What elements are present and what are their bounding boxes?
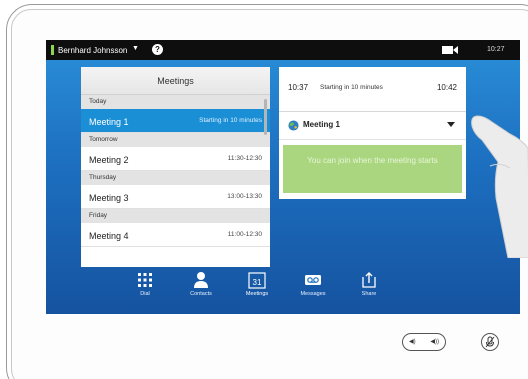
pointing-hand-image — [471, 115, 528, 258]
chevron-down-icon[interactable] — [447, 122, 455, 127]
nav-item-meetings[interactable]: 31 Meetings — [227, 271, 287, 297]
nav-item-share[interactable]: Share — [339, 271, 399, 297]
nav-item-messages[interactable]: Messages — [283, 271, 343, 297]
meeting-start-time: 10:37 — [288, 83, 309, 92]
meeting-status-label: Starting in 10 minutes — [320, 84, 383, 91]
meeting-list-item-4[interactable]: Meeting 4 11:00-12:30 — [81, 223, 270, 247]
nav-item-contacts[interactable]: Contacts — [171, 271, 231, 297]
meeting-time: 11:30-12:30 — [227, 155, 262, 162]
meeting-title-row[interactable]: Meeting 1 — [279, 112, 466, 140]
nav-label: Dial — [140, 291, 150, 297]
clock: 10:27 — [487, 46, 505, 53]
status-bar: Bernhard Johnsson ▼ ? 10:27 — [46, 40, 520, 60]
meeting-list-item-1[interactable]: Meeting 1 Starting in 10 minutes — [81, 109, 270, 133]
meeting-time: 11:00-12:30 — [227, 231, 262, 238]
meeting-detail-panel: 10:37 Starting in 10 minutes 10:42 Meeti… — [279, 67, 466, 199]
meetings-list-panel: Meetings Today Meeting 1 Starting in 10 … — [81, 67, 270, 267]
globe-icon — [288, 120, 299, 131]
meeting-name: Meeting 3 — [89, 193, 129, 203]
meeting-list-item-3[interactable]: Meeting 3 13:00-13:30 — [81, 185, 270, 209]
user-menu-caret-icon[interactable]: ▼ — [132, 45, 139, 52]
meeting-end-time: 10:42 — [436, 83, 457, 92]
day-header-thursday: Thursday — [81, 171, 270, 185]
calendar-badge: 31 — [253, 278, 262, 287]
calendar-icon: 31 — [248, 272, 266, 289]
nav-label: Contacts — [190, 291, 212, 297]
meeting-name: Meeting 4 — [89, 231, 129, 241]
day-header-friday: Friday — [81, 209, 270, 223]
meeting-detail-title: Meeting 1 — [303, 120, 340, 129]
join-meeting-button[interactable]: You can join when the meeting starts — [283, 145, 462, 193]
day-header-tomorrow: Tomorrow — [81, 133, 270, 147]
meeting-time: Starting in 10 minutes — [199, 117, 262, 124]
meeting-list-item-2[interactable]: Meeting 2 11:30-12:30 — [81, 147, 270, 171]
meeting-time: 13:00-13:30 — [227, 193, 262, 200]
presence-indicator — [51, 45, 54, 55]
meeting-name: Meeting 1 — [89, 117, 129, 127]
camera-icon[interactable] — [441, 45, 459, 55]
nav-label: Messages — [300, 291, 326, 297]
list-scrollbar[interactable] — [264, 99, 267, 135]
dial-icon — [138, 273, 152, 287]
volume-down-icon[interactable]: ◀) — [409, 338, 416, 345]
nav-item-dial[interactable]: Dial — [115, 271, 175, 297]
touch-screen: Bernhard Johnsson ▼ ? 10:27 Meetings Tod… — [46, 40, 520, 314]
day-header-today: Today — [81, 95, 270, 109]
nav-label: Meetings — [245, 291, 269, 297]
meeting-name: Meeting 2 — [89, 155, 129, 165]
help-icon[interactable]: ? — [152, 44, 163, 55]
bottom-navigation: Dial Contacts 31 Meetings Messages Share — [46, 268, 520, 314]
meetings-panel-title: Meetings — [81, 67, 270, 95]
volume-up-icon[interactable]: ◀)) — [430, 338, 439, 345]
volume-control: ◀) ◀)) — [402, 333, 446, 351]
microphone-mute-button[interactable] — [481, 333, 499, 351]
contacts-icon — [194, 272, 208, 288]
share-icon — [362, 272, 376, 288]
meeting-time-header: 10:37 Starting in 10 minutes 10:42 — [279, 67, 466, 112]
microphone-mute-icon — [485, 336, 495, 348]
nav-label: Share — [361, 291, 377, 297]
voicemail-icon — [305, 275, 321, 285]
user-name[interactable]: Bernhard Johnsson — [58, 46, 127, 55]
